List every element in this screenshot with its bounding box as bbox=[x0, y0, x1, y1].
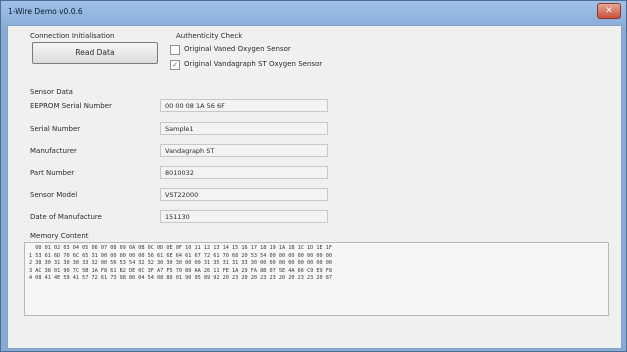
checkbox-vandagraph-oxygen-label: Original Vandagraph ST Oxygen Sensor bbox=[184, 60, 323, 68]
field-label-sensor-model: Sensor Model bbox=[30, 191, 78, 199]
field-label-date-of-manufacture: Date of Manufacture bbox=[30, 213, 102, 221]
checkbox-vaned-oxygen-label: Original Vaned Oxygen Sensor bbox=[184, 45, 291, 53]
client-area: Connection Initialisation Read Data Auth… bbox=[7, 25, 622, 349]
hex-row-3: 3 AC 38 01 90 7C 5B 1A F8 61 B2 DE 0C 3F… bbox=[29, 267, 332, 274]
sensor-model-field[interactable]: VST22000 bbox=[160, 188, 328, 201]
eeprom-serial-field[interactable]: 00 00 08 1A 56 6F bbox=[160, 99, 328, 112]
field-label-eeprom-serial: EEPROM Serial Number bbox=[30, 102, 112, 110]
field-label-serial-number: Serial Number bbox=[30, 125, 81, 133]
part-number-field[interactable]: 8010032 bbox=[160, 166, 328, 179]
app-window: 1-Wire Demo v0.0.6 ✕ Connection Initiali… bbox=[0, 0, 627, 352]
date-of-manufacture-field[interactable]: 151130 bbox=[160, 210, 328, 223]
connection-label: Connection Initialisation bbox=[30, 32, 115, 40]
hex-row-4: 4 08 41 4E 59 41 57 72 61 73 98 80 04 54… bbox=[29, 275, 332, 282]
serial-number-field[interactable]: Sample1 bbox=[160, 122, 328, 135]
checkbox-vaned-oxygen[interactable] bbox=[170, 45, 180, 55]
window-title: 1-Wire Demo v0.0.6 bbox=[8, 7, 83, 16]
memory-content-label: Memory Content bbox=[30, 232, 89, 240]
field-label-part-number: Part Number bbox=[30, 169, 75, 177]
checkbox-vandagraph-oxygen[interactable]: ✓ bbox=[170, 60, 180, 70]
authenticity-label: Authenticity Check bbox=[176, 32, 243, 40]
hex-row-1: 1 53 61 6D 70 6C 65 31 00 00 00 00 00 56… bbox=[29, 252, 332, 259]
hex-row-2: 2 38 30 31 30 30 33 32 00 56 53 54 32 32… bbox=[29, 260, 332, 267]
title-bar[interactable]: 1-Wire Demo v0.0.6 ✕ bbox=[1, 1, 626, 25]
close-button[interactable]: ✕ bbox=[597, 3, 621, 19]
read-data-button[interactable]: Read Data bbox=[32, 42, 158, 64]
sensor-data-label: Sensor Data bbox=[30, 88, 73, 96]
memory-hex-view[interactable]: 00 01 02 03 04 05 06 07 08 09 0A 0B 0C 0… bbox=[24, 242, 609, 316]
field-label-manufacturer: Manufacturer bbox=[30, 147, 77, 155]
manufacturer-field[interactable]: Vandagraph ST bbox=[160, 144, 328, 157]
hex-header-row: 00 01 02 03 04 05 06 07 08 09 0A 0B 0C 0… bbox=[29, 245, 332, 251]
